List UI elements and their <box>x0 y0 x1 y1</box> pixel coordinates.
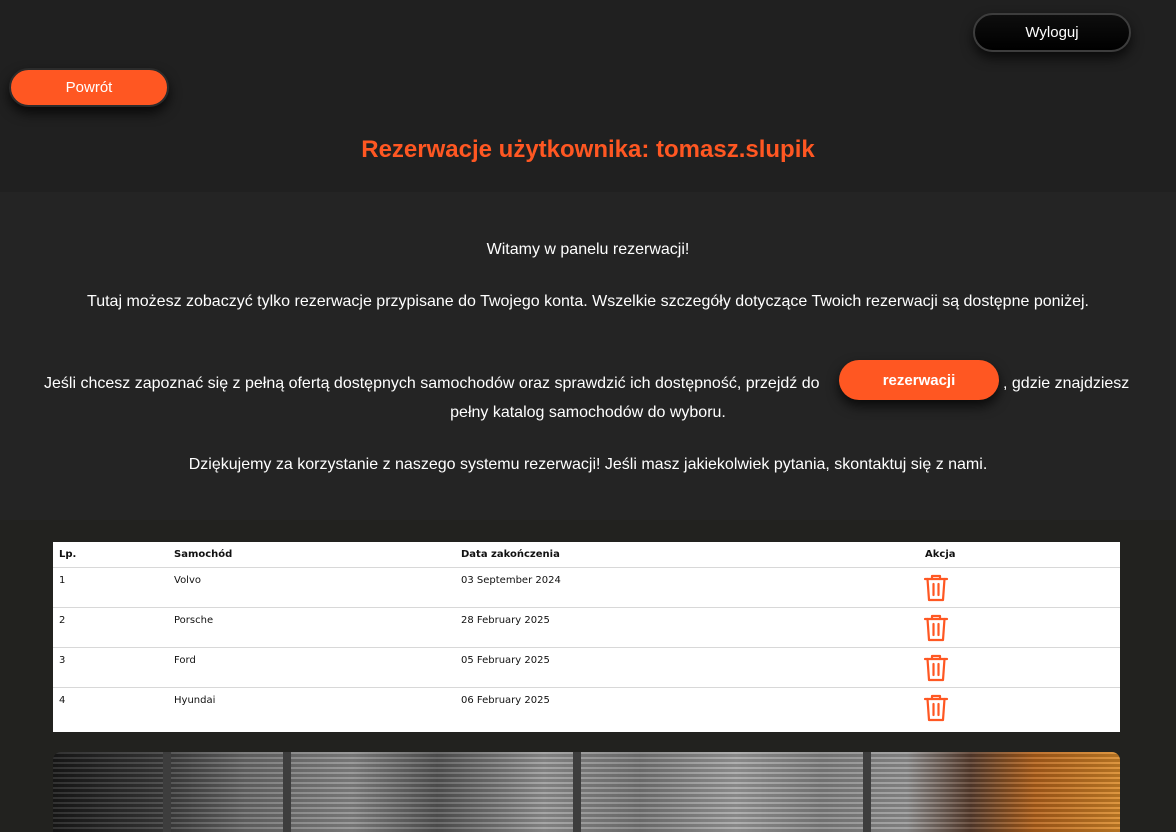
cell-car: Ford <box>168 647 455 688</box>
cell-lp: 2 <box>53 607 168 648</box>
warehouse-photo <box>53 752 1120 832</box>
trash-icon[interactable] <box>923 693 949 726</box>
cell-action <box>919 688 1120 728</box>
trash-icon-graphic <box>923 694 949 722</box>
table-row: 1 Volvo 03 September 2024 <box>53 567 1120 608</box>
table-row: 3 Ford 05 February 2025 <box>53 647 1120 688</box>
trash-icon-graphic <box>923 574 949 602</box>
cell-lp: 4 <box>59 695 66 706</box>
offer-text-after: , gdzie znajdziesz <box>1003 375 1130 392</box>
cell-action <box>919 567 1120 608</box>
cell-car: Volvo <box>168 567 455 608</box>
trash-icon[interactable] <box>923 653 949 686</box>
cell-lp: 1 <box>53 567 168 608</box>
cell-end-date: 05 February 2025 <box>455 647 919 688</box>
photo-beam <box>283 752 291 832</box>
reservations-link-label: rezerwacji <box>882 371 956 389</box>
header-action: Akcja <box>919 542 1120 568</box>
back-button[interactable]: Powrót <box>9 68 169 107</box>
table-row: 2 Porsche 28 February 2025 <box>53 607 1120 648</box>
thanks-text: Dziękujemy za korzystanie z naszego syst… <box>188 456 988 473</box>
reservations-table: Lp. Samochód Data zakończenia Akcja 1 Vo… <box>53 542 1120 728</box>
page-title: Rezerwacje użytkownika: tomasz.slupik <box>361 136 815 163</box>
logout-button[interactable]: Wyloguj <box>973 13 1131 52</box>
back-button-label: Powrót <box>65 79 113 96</box>
reservations-link-button[interactable]: rezerwacji <box>839 360 999 400</box>
cell-end-date: 06 February 2025 <box>461 695 550 706</box>
offer-text-line2: pełny katalog samochodów do wyboru. <box>450 404 726 421</box>
trash-icon-graphic <box>923 614 949 642</box>
cell-lp: 3 <box>53 647 168 688</box>
photo-beam <box>863 752 871 832</box>
photo-beam <box>163 752 171 832</box>
trash-icon-graphic <box>923 654 949 682</box>
cell-end-date: 03 September 2024 <box>455 567 919 608</box>
cell-end-date: 28 February 2025 <box>455 607 919 648</box>
cell-car: Porsche <box>168 607 455 648</box>
offer-text-before: Jeśli chcesz zapoznać się z pełną ofertą… <box>44 375 820 392</box>
trash-icon[interactable] <box>923 573 949 606</box>
table-row: 4 Hyundai 06 February 2025 <box>53 688 1120 728</box>
header-car: Samochód <box>168 542 455 568</box>
header-end-date: Data zakończenia <box>455 542 919 568</box>
cell-car: Hyundai <box>174 695 216 706</box>
photo-beam <box>573 752 581 832</box>
cell-action <box>919 647 1120 688</box>
description-text: Tutaj możesz zobaczyć tylko rezerwacje p… <box>87 293 1089 310</box>
cell-action <box>919 607 1120 648</box>
welcome-text: Witamy w panelu rezerwacji! <box>486 241 690 258</box>
reservations-table-container: Lp. Samochód Data zakończenia Akcja 1 Vo… <box>53 542 1120 732</box>
logout-button-label: Wyloguj <box>1025 24 1079 41</box>
header-lp: Lp. <box>53 542 168 568</box>
trash-icon[interactable] <box>923 613 949 646</box>
table-header-row: Lp. Samochód Data zakończenia Akcja <box>53 542 1120 568</box>
